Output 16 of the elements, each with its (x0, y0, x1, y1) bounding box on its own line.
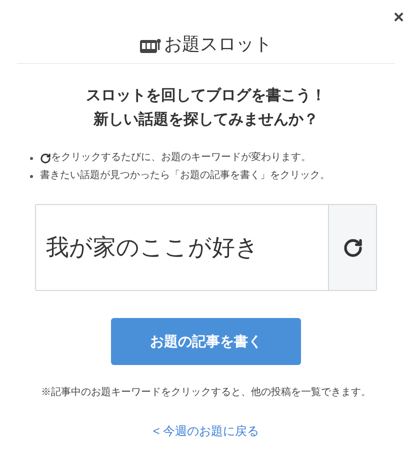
heading-text: 新しい話題を探してみませんか？ (94, 110, 318, 130)
back-link[interactable]: < 今週のお題に戻る (152, 422, 260, 440)
topic-text: 我が家のここが好き (45, 233, 260, 262)
reload-button[interactable] (328, 205, 376, 290)
close-button[interactable]: × (393, 8, 404, 26)
hint-text: 書きたい話題が見つかったら「お題の記事を書く」をクリック。 (40, 168, 330, 183)
reload-icon (40, 152, 51, 164)
footnote-text: ※記事中のお題キーワードをクリックすると、他の投稿を一覧できます。 (41, 386, 371, 400)
dialog-title: お題スロット (164, 33, 272, 56)
write-article-button[interactable]: お題の記事を書く (111, 318, 301, 365)
hint-text: をクリックするたびに、お題のキーワードが変わります。 (51, 150, 311, 165)
reload-icon (342, 238, 362, 258)
slot-machine-icon (140, 38, 162, 54)
bullet-icon (30, 174, 33, 178)
heading-text: スロットを回してブログを書こう！ (86, 86, 326, 106)
bullet-icon (30, 156, 33, 160)
